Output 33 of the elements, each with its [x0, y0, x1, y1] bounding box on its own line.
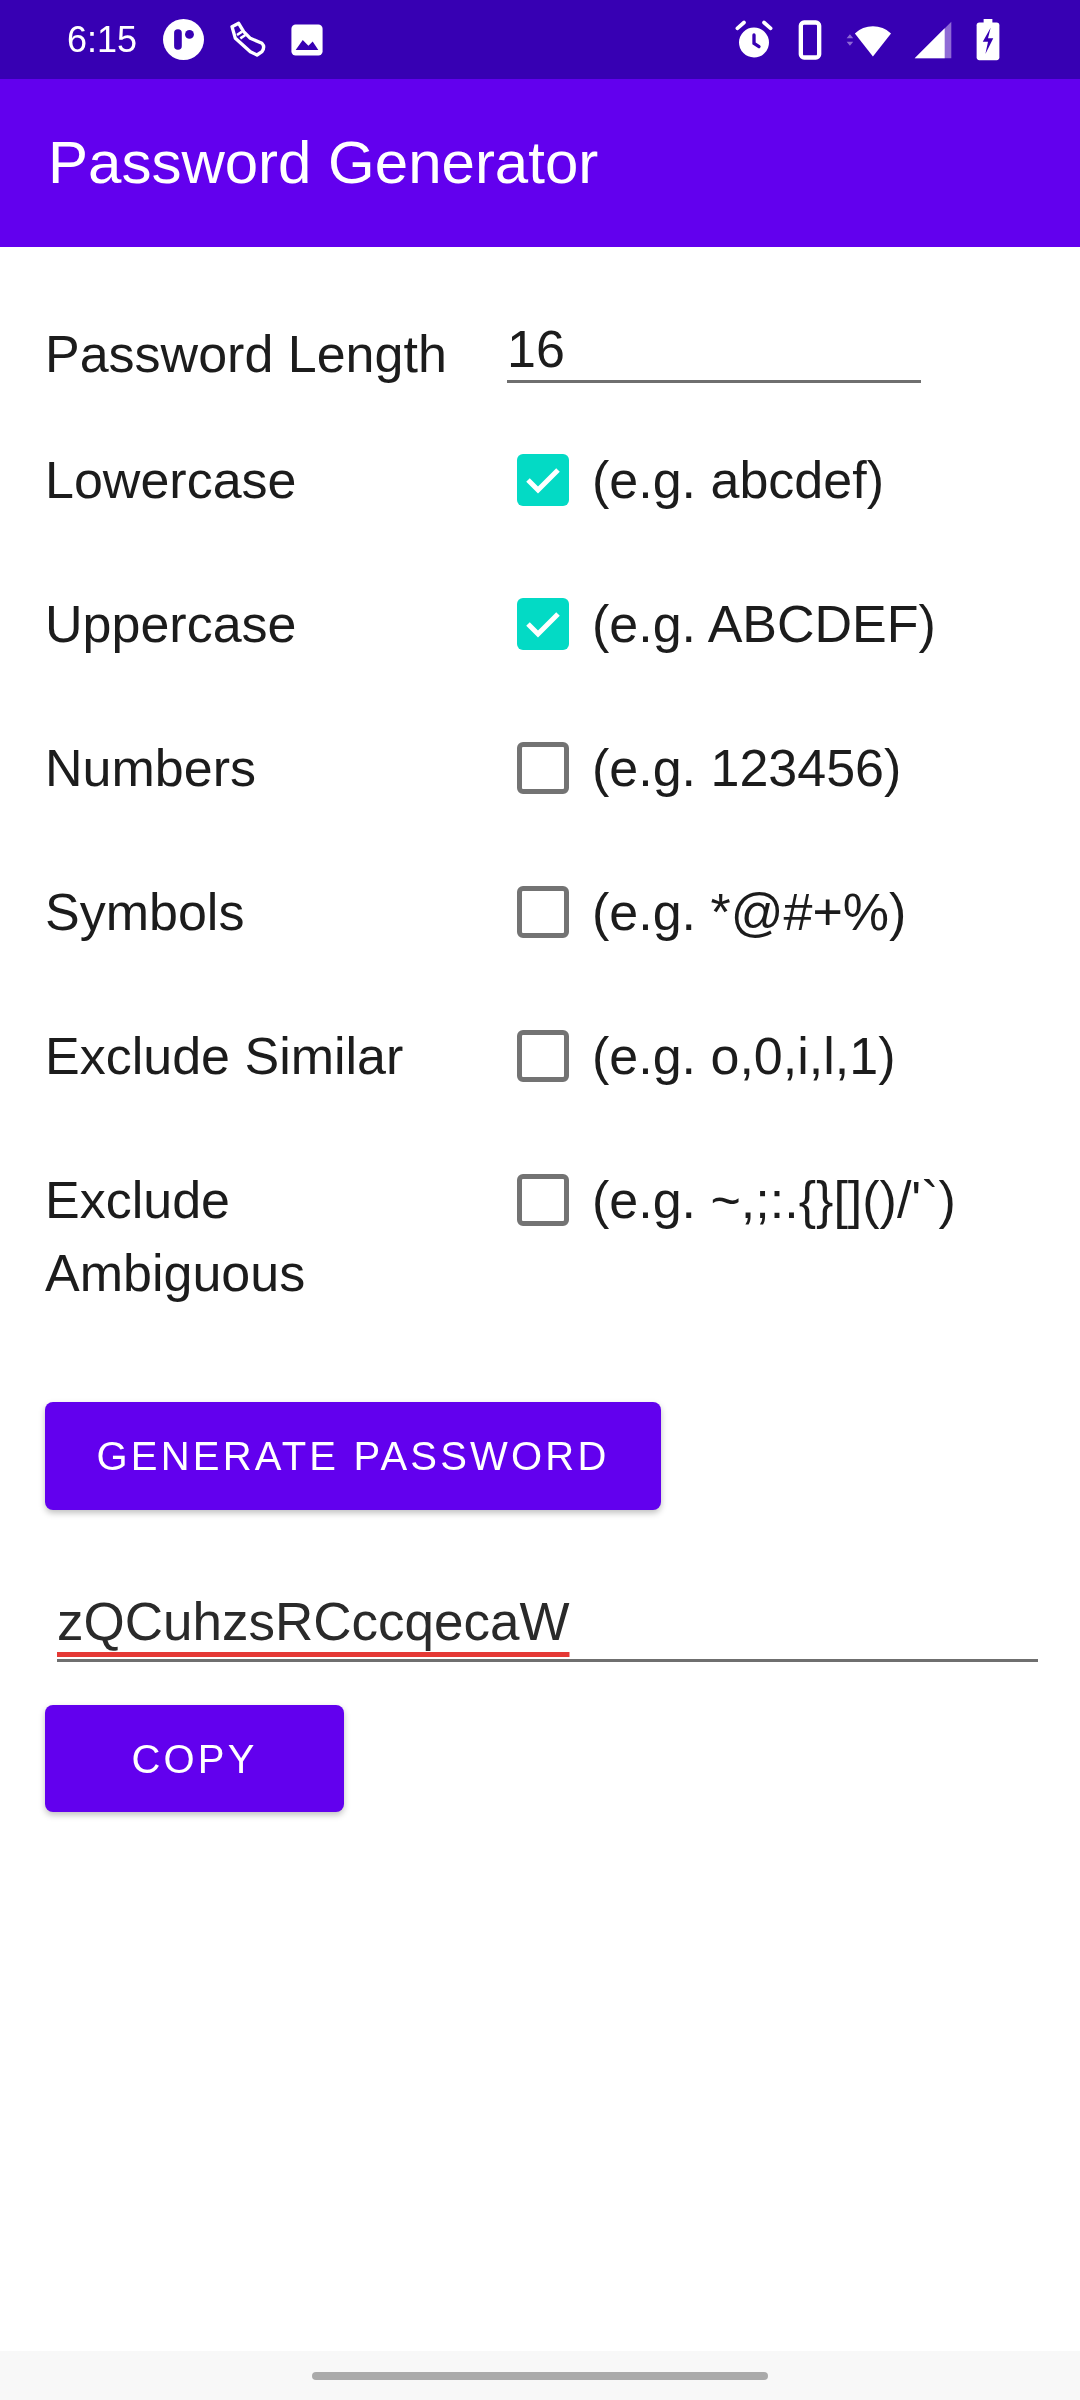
phone-icon	[797, 19, 823, 60]
option-example: (e.g. o,0,i,l,1)	[592, 1026, 896, 1087]
option-label: Numbers	[45, 738, 257, 799]
status-time: 6:15	[67, 21, 138, 58]
option-label: Lowercase	[45, 450, 298, 511]
checkbox[interactable]	[517, 598, 569, 650]
option-example: (e.g. ABCDEF)	[592, 594, 936, 655]
password-output-field[interactable]: zQCuhzsRCccqecaW	[57, 1585, 1038, 1662]
checkbox[interactable]	[517, 742, 569, 794]
option-label: Exclude Similar	[45, 1026, 405, 1087]
copy-button[interactable]: COPY	[45, 1705, 344, 1812]
checkbox[interactable]	[517, 886, 569, 938]
checkbox[interactable]	[517, 1174, 569, 1226]
check-icon	[525, 466, 561, 494]
length-input-field[interactable]: 16	[507, 318, 921, 383]
option-example: (e.g. *@#+%)	[592, 882, 907, 943]
app-title: Password Generator	[48, 133, 599, 193]
signal-icon	[913, 19, 953, 60]
option-example: (e.g. abcdef)	[592, 450, 884, 511]
option-label: Symbols	[45, 882, 246, 943]
checkbox[interactable]	[517, 1030, 569, 1082]
field-label: Password Length	[45, 324, 448, 385]
circle-logo-icon	[163, 19, 205, 60]
option-label: Uppercase	[45, 594, 298, 655]
battery-charging-icon	[975, 18, 1001, 61]
check-icon	[525, 610, 561, 638]
option-label: Exclude Ambiguous	[45, 1170, 307, 1304]
option-example: (e.g. ~,;:.{}[]()/'`)	[592, 1170, 956, 1231]
image-icon	[290, 22, 325, 57]
checkbox[interactable]	[517, 454, 569, 506]
option-example: (e.g. 123456)	[592, 738, 902, 799]
alarm-clock-icon	[733, 19, 775, 60]
generate-password-button[interactable]: GENERATE PASSWORD	[45, 1402, 661, 1510]
